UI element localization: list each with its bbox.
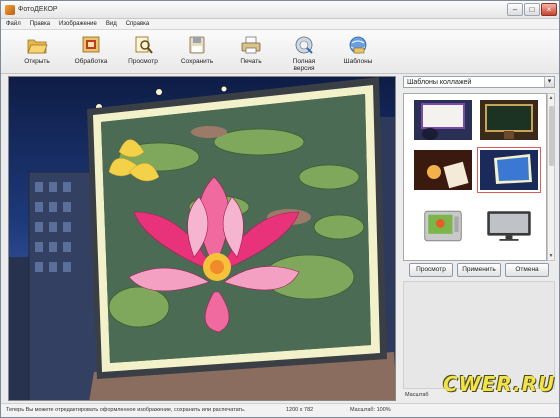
app-window: ФотоДЕКОР – □ × Файл Правка Изображение … [0, 0, 560, 418]
minimize-button[interactable]: – [507, 3, 523, 16]
menu-edit[interactable]: Правка [30, 19, 50, 29]
templates-button[interactable]: Шаблоны [333, 33, 383, 73]
print-button[interactable]: Печать [226, 33, 276, 73]
template-thumb-board[interactable] [480, 100, 538, 140]
preview-button[interactable]: Просмотр [118, 33, 168, 73]
watermark-logo: CWER.RU [443, 372, 556, 396]
template-category-select[interactable]: Шаблоны коллажей ▾ [403, 76, 555, 88]
open-button[interactable]: Открыть [12, 33, 62, 73]
templates-icon [349, 36, 367, 54]
menu-file[interactable]: Файл [6, 19, 21, 29]
menu-help[interactable]: Справка [126, 19, 150, 29]
template-gallery [403, 93, 547, 261]
template-panel: Шаблоны коллажей ▾ ▲ ▼ Просмотр Применит… [403, 76, 555, 401]
scroll-down-icon[interactable]: ▼ [548, 253, 554, 259]
save-button[interactable]: Сохранить [172, 33, 222, 73]
title-bar: ФотоДЕКОР – □ × [1, 1, 559, 19]
template-thumb-table[interactable] [414, 150, 472, 190]
preview-template-button[interactable]: Просмотр [409, 263, 453, 277]
scrollbar-thumb[interactable] [549, 106, 554, 166]
template-thumb-cinema[interactable] [414, 100, 472, 140]
billboard-composite-image [9, 77, 395, 400]
status-hint: Теперь Вы можете отредактировать оформле… [6, 407, 246, 413]
processing-button[interactable]: Обработка [66, 33, 116, 73]
menu-image[interactable]: Изображение [59, 19, 97, 29]
status-zoom: Масштаб: 100% [350, 407, 391, 413]
apply-template-button[interactable]: Применить [457, 263, 501, 277]
processing-icon [82, 36, 100, 53]
scroll-up-icon[interactable]: ▲ [548, 95, 554, 101]
image-canvas[interactable] [8, 76, 396, 401]
status-bar: Теперь Вы можете отредактировать оформле… [1, 403, 559, 417]
save-icon [189, 36, 205, 54]
folder-open-icon [27, 39, 48, 54]
close-button[interactable]: × [541, 3, 557, 16]
menu-view[interactable]: Вид [106, 19, 117, 29]
full-version-icon [295, 36, 313, 54]
gallery-scrollbar[interactable]: ▲ ▼ [547, 93, 555, 261]
template-thumb-tv-lcd[interactable] [480, 206, 538, 246]
zoom-label: Масштаб [405, 392, 429, 398]
maximize-button[interactable]: □ [524, 3, 540, 16]
full-version-button[interactable]: Полная версия [279, 33, 329, 73]
preview-icon [135, 36, 153, 54]
template-thumb-tv-crt[interactable] [414, 206, 472, 246]
template-thumb-billboard[interactable] [477, 147, 541, 193]
printer-icon [241, 36, 261, 54]
status-image-size: 1200 x 782 [286, 407, 314, 413]
toolbar: Открыть Обработка Просмотр Сохранить Печ… [1, 30, 559, 74]
cancel-template-button[interactable]: Отмена [505, 263, 549, 277]
window-title: ФотоДЕКОР [18, 6, 58, 13]
app-logo-icon [5, 5, 15, 15]
chevron-down-icon[interactable]: ▾ [544, 77, 554, 87]
menu-bar: Файл Правка Изображение Вид Справка [1, 19, 559, 30]
